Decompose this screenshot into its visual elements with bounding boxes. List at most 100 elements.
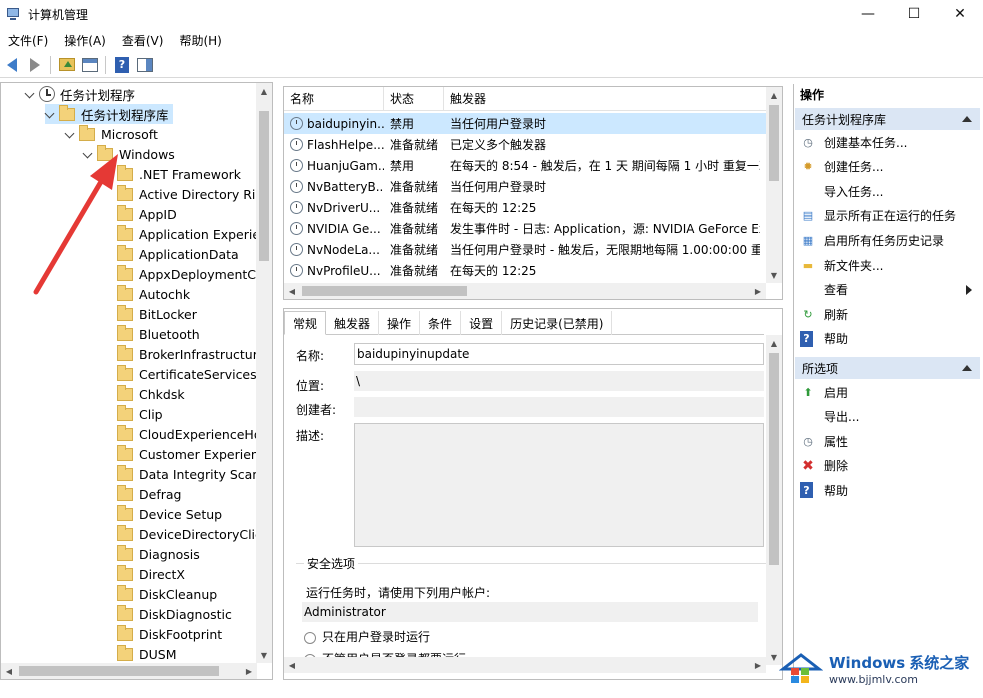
radio-run-only-logged-on[interactable]: 只在用户登录时运行	[304, 628, 430, 645]
scroll-up-icon[interactable]: ▲	[256, 83, 272, 99]
task-row[interactable]: HuanjuGam... 禁用 在每天的 8:54 - 触发后，在 1 天 期间每隔…	[284, 155, 766, 176]
tree-item-task-folder[interactable]: CertificateServicesCli	[117, 364, 272, 384]
tree-item-task-folder[interactable]: DirectX	[117, 564, 185, 584]
action-item[interactable]: 查看	[800, 279, 978, 301]
detail-vertical-scrollbar[interactable]: ▲ ▼	[766, 335, 782, 665]
tree-item-task-folder[interactable]: Defrag	[117, 484, 181, 504]
menu-view[interactable]: 查看(V)	[114, 32, 172, 49]
scroll-right-icon[interactable]: ▶	[241, 663, 257, 679]
scroll-right-icon[interactable]: ▶	[750, 283, 766, 299]
tab-settings[interactable]: 设置	[461, 311, 503, 335]
show-hide-console-tree-button[interactable]	[79, 54, 101, 76]
tree-item-task-folder[interactable]: Active Directory Righ	[117, 184, 271, 204]
tree-item-task-folder[interactable]: Clip	[117, 404, 163, 424]
action-item[interactable]: ? 帮助	[800, 479, 978, 501]
action-item[interactable]: ◷ 创建基本任务...	[800, 131, 978, 153]
action-item[interactable]: ✹ 创建任务...	[800, 156, 978, 178]
task-row[interactable]: NvNodeLa... 准备就绪 当任何用户登录时 - 触发后，无限期地每隔 1.0…	[284, 239, 766, 260]
tree-item-task-library[interactable]: 任务计划程序库	[45, 104, 173, 124]
task-row[interactable]: NvProfileU... 准备就绪 在每天的 12:25	[284, 260, 766, 281]
tree-item-microsoft[interactable]: Microsoft	[65, 124, 158, 144]
task-row[interactable]: NVIDIA Ge... 准备就绪 发生事件时 - 日志: Application，…	[284, 218, 766, 239]
tree-item-task-scheduler[interactable]: 任务计划程序	[25, 84, 135, 104]
minimize-button[interactable]: —	[845, 0, 891, 28]
action-item[interactable]: 导入任务...	[800, 180, 978, 202]
tree-item-task-folder[interactable]: AppxDeploymentClie	[117, 264, 271, 284]
column-header-status[interactable]: 状态	[384, 87, 444, 111]
scroll-down-icon[interactable]: ▼	[256, 647, 272, 663]
tree-item-windows[interactable]: Windows	[83, 144, 175, 164]
task-row[interactable]: FlashHelpe... 准备就绪 已定义多个触发器	[284, 134, 766, 155]
up-one-level-button[interactable]	[56, 54, 78, 76]
back-button[interactable]	[1, 54, 23, 76]
chevron-down-icon[interactable]	[25, 89, 35, 99]
column-header-name[interactable]: 名称	[284, 87, 384, 111]
radio-icon[interactable]	[304, 631, 316, 644]
tree-item-task-folder[interactable]: DiskDiagnostic	[117, 604, 232, 624]
section-header-task-library[interactable]: 任务计划程序库	[795, 108, 980, 130]
menu-file[interactable]: 文件(F)	[0, 32, 56, 49]
show-hide-action-pane-button[interactable]	[134, 54, 156, 76]
task-list-vertical-scrollbar[interactable]: ▲ ▼	[766, 87, 782, 283]
task-row[interactable]: NvBatteryB... 准备就绪 当任何用户登录时	[284, 176, 766, 197]
scroll-right-icon[interactable]: ▶	[750, 657, 766, 673]
tree-item-task-folder[interactable]: BitLocker	[117, 304, 197, 324]
task-row[interactable]: NvDriverU... 准备就绪 在每天的 12:25	[284, 197, 766, 218]
scroll-left-icon[interactable]: ◀	[284, 657, 300, 673]
tree-item-task-folder[interactable]: Data Integrity Scan	[117, 464, 260, 484]
scroll-thumb[interactable]	[302, 286, 467, 296]
menu-action[interactable]: 操作(A)	[56, 32, 114, 49]
scroll-thumb[interactable]	[259, 111, 269, 261]
tree-item-task-folder[interactable]: Device Setup	[117, 504, 222, 524]
maximize-button[interactable]: ☐	[891, 0, 937, 28]
tree-item-task-folder[interactable]: ApplicationData	[117, 244, 239, 264]
tree-horizontal-scrollbar[interactable]: ◀ ▶	[1, 663, 257, 679]
tree-item-task-folder[interactable]: Bluetooth	[117, 324, 200, 344]
collapse-icon[interactable]	[962, 365, 972, 371]
scroll-thumb[interactable]	[769, 353, 779, 565]
tree-item-task-folder[interactable]: CloudExperienceHos	[117, 424, 268, 444]
tree-item-task-folder[interactable]: Diagnosis	[117, 544, 200, 564]
tree-item-task-folder[interactable]: Autochk	[117, 284, 190, 304]
tree-item-task-folder[interactable]: DiskCleanup	[117, 584, 217, 604]
tab-triggers[interactable]: 触发器	[326, 311, 380, 335]
action-item[interactable]: ◷ 属性	[800, 430, 978, 452]
forward-button[interactable]	[24, 54, 46, 76]
task-list-horizontal-scrollbar[interactable]: ◀ ▶	[284, 283, 766, 299]
tab-history[interactable]: 历史记录(已禁用)	[502, 311, 613, 335]
tree-item-task-folder[interactable]: .NET Framework	[117, 164, 241, 184]
help-button[interactable]: ?	[111, 54, 133, 76]
action-item[interactable]: ? 帮助	[800, 328, 978, 350]
tab-conditions[interactable]: 条件	[420, 311, 462, 335]
tree-item-task-folder[interactable]: Application Experien	[117, 224, 268, 244]
tree-item-task-folder[interactable]: BrokerInfrastructure	[117, 344, 265, 364]
task-description-field[interactable]	[354, 423, 764, 547]
chevron-down-icon[interactable]	[83, 149, 93, 159]
section-header-selected-item[interactable]: 所选项	[795, 357, 980, 379]
scroll-up-icon[interactable]: ▲	[766, 335, 782, 351]
action-item[interactable]: ▬ 新文件夹...	[800, 254, 978, 276]
action-item[interactable]: ↻ 刷新	[800, 303, 978, 325]
tree-item-task-folder[interactable]: DeviceDirectoryClien	[117, 524, 271, 544]
scroll-down-icon[interactable]: ▼	[766, 267, 782, 283]
detail-horizontal-scrollbar[interactable]: ◀ ▶	[284, 657, 766, 673]
scroll-thumb[interactable]	[19, 666, 219, 676]
task-row[interactable]: baidupinyin... 禁用 当任何用户登录时	[284, 113, 766, 134]
tree-item-task-folder[interactable]: Chkdsk	[117, 384, 185, 404]
tree-item-task-folder[interactable]: DiskFootprint	[117, 624, 222, 644]
action-item[interactable]: ✖ 删除	[800, 455, 978, 477]
task-name-field[interactable]: baidupinyinupdate	[354, 343, 764, 365]
tree-item-task-folder[interactable]: Customer Experience	[117, 444, 272, 464]
action-item[interactable]: ▤ 显示所有正在运行的任务	[800, 205, 978, 227]
tree-item-task-folder[interactable]: AppID	[117, 204, 177, 224]
tab-actions[interactable]: 操作	[379, 311, 421, 335]
action-item[interactable]: 导出...	[800, 406, 978, 428]
scroll-left-icon[interactable]: ◀	[1, 663, 17, 679]
collapse-icon[interactable]	[962, 116, 972, 122]
action-item[interactable]: ▦ 启用所有任务历史记录	[800, 229, 978, 251]
chevron-down-icon[interactable]	[45, 109, 55, 119]
action-item[interactable]: ⬆ 启用	[800, 381, 978, 403]
scroll-thumb[interactable]	[769, 105, 779, 181]
close-button[interactable]: ✕	[937, 0, 983, 28]
tab-general[interactable]: 常规	[284, 311, 327, 335]
